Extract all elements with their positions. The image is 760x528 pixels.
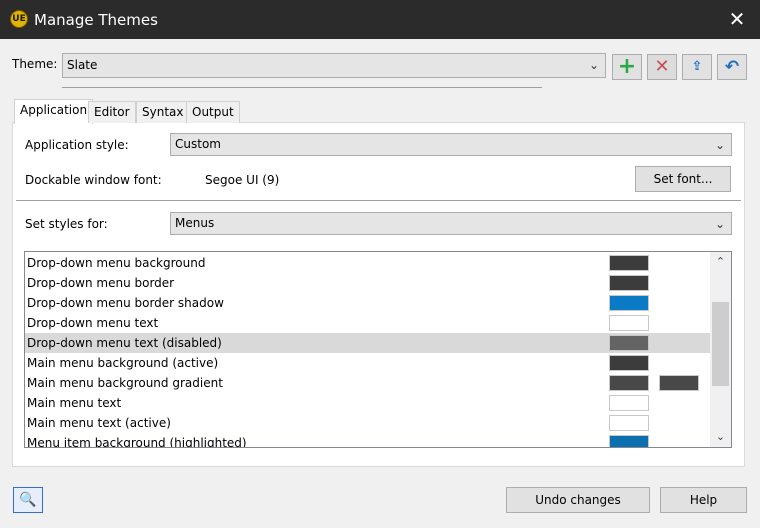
color-swatch[interactable]: [609, 435, 649, 447]
list-item[interactable]: Main menu text (active): [25, 413, 710, 433]
list-item-label: Drop-down menu text: [27, 316, 159, 330]
chevron-down-icon: ⌄: [588, 58, 599, 72]
color-swatch[interactable]: [609, 335, 649, 351]
theme-divider: [62, 87, 542, 88]
list-item[interactable]: Main menu text: [25, 393, 710, 413]
color-swatch[interactable]: [609, 255, 649, 271]
application-style-select[interactable]: Custom ⌄: [170, 133, 732, 156]
color-swatch[interactable]: [609, 315, 649, 331]
section-divider: [16, 200, 741, 203]
list-item-label: Drop-down menu background: [27, 256, 206, 270]
set-font-button[interactable]: Set font...: [635, 166, 731, 192]
theme-select-value: Slate: [67, 58, 98, 72]
application-style-label: Application style:: [25, 138, 129, 152]
list-scrollbar[interactable]: ⌃ ⌄: [710, 252, 731, 447]
scroll-thumb[interactable]: [712, 302, 729, 386]
scroll-up-icon[interactable]: ⌃: [710, 252, 731, 272]
add-theme-button[interactable]: +: [612, 54, 642, 80]
list-item-label: Drop-down menu text (disabled): [27, 336, 222, 350]
title-bar: UE Manage Themes ✕: [0, 0, 760, 39]
tab-editor[interactable]: Editor: [88, 101, 136, 123]
window-title: Manage Themes: [34, 11, 158, 29]
gradient-color-swatch[interactable]: [659, 375, 699, 391]
color-swatch[interactable]: [609, 395, 649, 411]
list-item-label: Drop-down menu border shadow: [27, 296, 224, 310]
close-icon[interactable]: ✕: [724, 6, 750, 32]
app-logo-icon: UE: [10, 10, 28, 28]
list-item[interactable]: Drop-down menu background: [25, 253, 710, 273]
export-theme-button[interactable]: ⇪: [682, 54, 712, 80]
tab-application[interactable]: Application: [14, 99, 94, 124]
dockable-font-label: Dockable window font:: [25, 173, 162, 187]
color-swatch[interactable]: [609, 295, 649, 311]
list-item-label: Main menu background (active): [27, 356, 219, 370]
revert-theme-button[interactable]: ↶: [717, 54, 747, 80]
theme-select[interactable]: Slate ⌄: [62, 53, 606, 78]
delete-theme-button[interactable]: ✕: [647, 54, 677, 80]
list-item[interactable]: Main menu background (active): [25, 353, 710, 373]
color-swatch[interactable]: [609, 275, 649, 291]
list-item[interactable]: Main menu background gradient: [25, 373, 710, 393]
style-items-list[interactable]: Drop-down menu background Drop-down menu …: [24, 251, 732, 448]
list-item-label: Menu item background (highlighted): [27, 436, 247, 448]
list-item-label: Main menu text: [27, 396, 122, 410]
plus-icon: +: [617, 54, 637, 79]
undo-icon: ↶: [724, 57, 740, 77]
color-swatch[interactable]: [609, 375, 649, 391]
export-icon: ⇪: [691, 59, 703, 74]
help-button[interactable]: Help: [660, 487, 747, 513]
list-item[interactable]: Drop-down menu text: [25, 313, 710, 333]
list-item[interactable]: Drop-down menu border: [25, 273, 710, 293]
delete-icon: ✕: [654, 56, 670, 77]
scroll-down-icon[interactable]: ⌄: [710, 427, 731, 447]
tab-syntax[interactable]: Syntax: [136, 101, 190, 123]
dockable-font-value: Segoe UI (9): [205, 173, 280, 187]
theme-label: Theme:: [12, 57, 58, 71]
list-item-label: Drop-down menu border: [27, 276, 175, 290]
list-item-label: Main menu text (active): [27, 416, 171, 430]
chevron-down-icon: ⌄: [714, 217, 725, 231]
set-styles-select[interactable]: Menus ⌄: [170, 212, 732, 235]
list-item[interactable]: Drop-down menu border shadow: [25, 293, 710, 313]
search-icon: 🔍: [19, 492, 37, 508]
search-button[interactable]: 🔍: [13, 487, 43, 513]
application-style-value: Custom: [175, 137, 221, 151]
undo-changes-button[interactable]: Undo changes: [506, 487, 650, 513]
tab-output[interactable]: Output: [186, 101, 240, 123]
list-item[interactable]: Menu item background (highlighted): [25, 433, 710, 448]
list-item[interactable]: Drop-down menu text (disabled): [25, 333, 710, 353]
set-styles-label: Set styles for:: [25, 217, 108, 231]
chevron-down-icon: ⌄: [714, 138, 725, 152]
list-item-label: Main menu background gradient: [27, 376, 223, 390]
set-styles-value: Menus: [175, 216, 215, 230]
color-swatch[interactable]: [609, 355, 649, 371]
color-swatch[interactable]: [609, 415, 649, 431]
